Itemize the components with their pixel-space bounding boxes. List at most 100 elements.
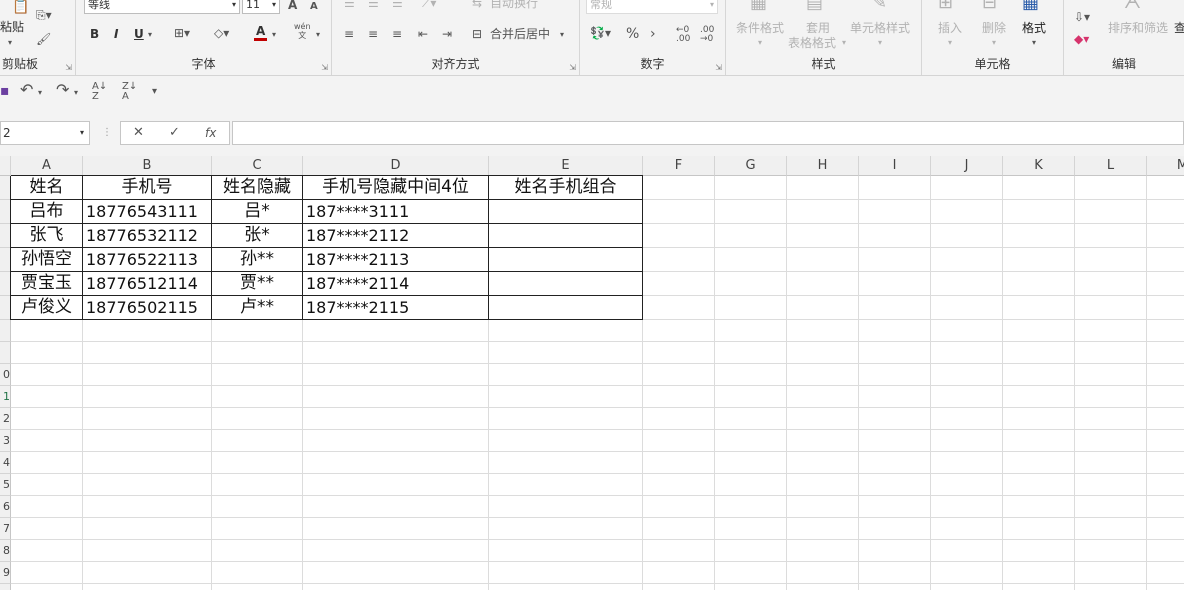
cell[interactable] (212, 562, 303, 584)
undo-icon[interactable]: ↶ (20, 82, 33, 98)
cell[interactable] (83, 430, 212, 452)
cell[interactable] (11, 584, 83, 590)
cell[interactable] (715, 224, 787, 248)
cell[interactable] (643, 176, 715, 200)
data-cell[interactable]: 吕布 (11, 200, 83, 224)
cell[interactable] (1075, 496, 1147, 518)
cell[interactable] (1003, 562, 1075, 584)
borders-icon[interactable]: ⊞▾ (174, 26, 190, 40)
cell[interactable] (83, 562, 212, 584)
cell[interactable] (303, 452, 489, 474)
cell[interactable] (931, 430, 1003, 452)
row-header[interactable] (0, 342, 11, 364)
cell[interactable] (212, 518, 303, 540)
cell[interactable] (859, 342, 931, 364)
cell[interactable] (787, 272, 859, 296)
cell[interactable] (859, 224, 931, 248)
conditional-dropdown-icon[interactable]: ▾ (758, 36, 762, 50)
insert-function-button[interactable]: fx (205, 126, 216, 140)
cell[interactable] (83, 584, 212, 590)
cell[interactable] (715, 200, 787, 224)
cell[interactable] (83, 496, 212, 518)
row-header[interactable]: 2 (0, 408, 11, 430)
format-as-table-icon[interactable]: ▤ (806, 0, 823, 12)
cell[interactable] (489, 364, 643, 386)
cell[interactable] (1075, 430, 1147, 452)
worksheet-grid[interactable]: A B C D E F G H I J K L M 姓名 手机号 姓名隐藏 手机号隐藏中间4位 姓名手机组合 吕布 1… (0, 156, 1184, 590)
cell[interactable] (1147, 386, 1184, 408)
cell[interactable] (1075, 364, 1147, 386)
bottom-align-icon[interactable]: ☰ (392, 0, 403, 10)
cell[interactable] (787, 584, 859, 590)
name-box[interactable]: 2 ▾ (0, 121, 90, 145)
cell[interactable] (931, 224, 1003, 248)
data-cell[interactable]: 贾宝玉 (11, 272, 83, 296)
cell[interactable] (1003, 474, 1075, 496)
cell[interactable] (787, 496, 859, 518)
cell[interactable] (859, 296, 931, 320)
cell[interactable] (643, 518, 715, 540)
cell[interactable] (643, 496, 715, 518)
cell[interactable] (1075, 272, 1147, 296)
cell[interactable] (715, 474, 787, 496)
cell[interactable] (643, 584, 715, 590)
align-center-icon[interactable]: ≡ (368, 27, 378, 41)
cell[interactable] (643, 562, 715, 584)
cell[interactable] (1075, 200, 1147, 224)
cell[interactable] (859, 562, 931, 584)
font-color-button[interactable]: A (254, 24, 268, 41)
cell[interactable] (1003, 518, 1075, 540)
cell[interactable] (303, 364, 489, 386)
header-cell[interactable]: 姓名隐藏 (212, 176, 303, 200)
cell[interactable] (859, 452, 931, 474)
select-all-corner[interactable] (0, 156, 11, 176)
cell[interactable] (11, 364, 83, 386)
phonetic-guide-icon[interactable]: wén 文 (294, 22, 311, 40)
cell[interactable] (715, 364, 787, 386)
cell[interactable] (212, 408, 303, 430)
sort-filter-icon[interactable]: ᗅ (1124, 0, 1141, 12)
data-cell[interactable]: 187****3111 (303, 200, 489, 224)
data-cell[interactable]: 18776522113 (83, 248, 212, 272)
cell[interactable] (489, 474, 643, 496)
cell[interactable] (787, 540, 859, 562)
data-cell[interactable]: 卢俊义 (11, 296, 83, 320)
copy-icon[interactable]: ⎘▾ (36, 8, 52, 22)
cell[interactable] (643, 540, 715, 562)
bold-button[interactable]: B (90, 27, 99, 41)
paste-button[interactable]: 粘贴 (0, 20, 24, 34)
cell[interactable] (1003, 224, 1075, 248)
data-cell[interactable] (489, 200, 643, 224)
cell[interactable] (1147, 176, 1184, 200)
wrap-text-icon[interactable]: ⇆ (472, 0, 482, 10)
cell[interactable] (11, 320, 83, 342)
middle-align-icon[interactable]: ☰ (368, 0, 379, 10)
cell[interactable] (1147, 408, 1184, 430)
redo-icon[interactable]: ↷ (56, 82, 69, 98)
data-cell[interactable]: 吕* (212, 200, 303, 224)
cell[interactable] (212, 342, 303, 364)
cell[interactable] (212, 430, 303, 452)
cell[interactable] (489, 562, 643, 584)
cell[interactable] (787, 364, 859, 386)
format-button[interactable]: 格式 (1022, 21, 1046, 35)
cell[interactable] (715, 386, 787, 408)
cell[interactable] (931, 342, 1003, 364)
cell[interactable] (489, 584, 643, 590)
cell[interactable] (931, 320, 1003, 342)
cell[interactable] (931, 474, 1003, 496)
header-cell[interactable]: 手机号 (83, 176, 212, 200)
grow-font-button[interactable]: A (288, 0, 297, 12)
sort-descending-icon[interactable]: Z↓ A (122, 82, 137, 102)
cell[interactable] (787, 296, 859, 320)
data-cell[interactable]: 张飞 (11, 224, 83, 248)
currency-icon[interactable]: 💱▾ (590, 26, 611, 40)
column-header-g[interactable]: G (715, 156, 787, 176)
data-cell[interactable] (489, 296, 643, 320)
cell[interactable] (787, 224, 859, 248)
cell[interactable] (489, 342, 643, 364)
column-header-l[interactable]: L (1075, 156, 1147, 176)
data-cell[interactable]: 187****2115 (303, 296, 489, 320)
number-format-select[interactable]: 常规 ▾ (586, 0, 718, 14)
cell[interactable] (212, 474, 303, 496)
